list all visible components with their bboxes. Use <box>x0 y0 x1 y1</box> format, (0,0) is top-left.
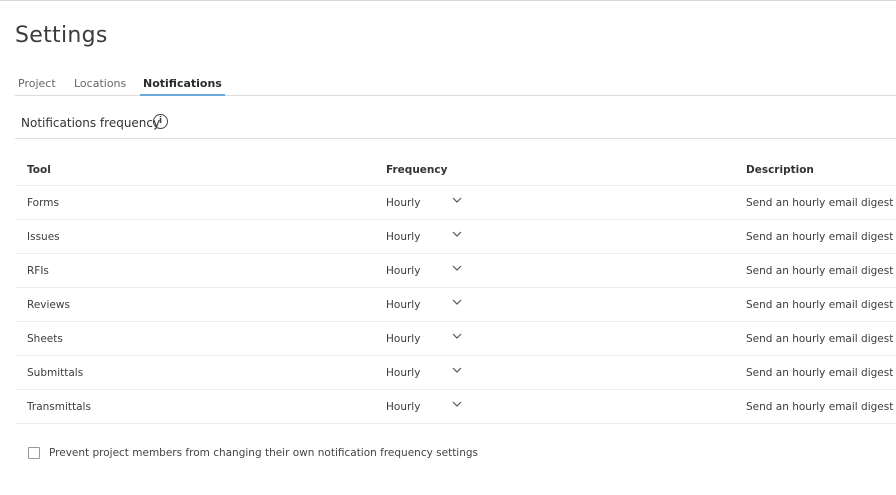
section-title: Notifications frequency <box>21 116 161 130</box>
description: Send an hourly email digest <box>746 367 894 379</box>
header-description: Description <box>746 164 814 176</box>
prevent-changes-option: Prevent project members from changing th… <box>28 447 478 459</box>
tab-locations[interactable]: Locations <box>74 77 126 90</box>
tab-bar: Project Locations Notifications <box>15 71 896 96</box>
table-header: Tool Frequency Description <box>15 152 896 186</box>
description: Send an hourly email digest <box>746 265 894 277</box>
table-row: Forms Hourly Send an hourly email digest <box>15 186 896 220</box>
tool-name: Issues <box>27 231 60 243</box>
description: Send an hourly email digest <box>746 401 894 413</box>
chevron-down-icon[interactable] <box>451 228 463 240</box>
section-header: Notifications frequency i <box>15 111 896 139</box>
table-row: Reviews Hourly Send an hourly email dige… <box>15 288 896 322</box>
table-row: RFIs Hourly Send an hourly email digest <box>15 254 896 288</box>
chevron-down-icon[interactable] <box>451 398 463 410</box>
tool-name: Submittals <box>27 367 84 379</box>
tool-name: Sheets <box>27 333 63 345</box>
page-title: Settings <box>15 23 108 48</box>
table-row: Sheets Hourly Send an hourly email diges… <box>15 322 896 356</box>
tool-name: RFIs <box>27 265 49 277</box>
frequency-select[interactable]: Hourly <box>386 231 420 243</box>
frequency-select[interactable]: Hourly <box>386 367 420 379</box>
description: Send an hourly email digest <box>746 333 894 345</box>
info-icon[interactable]: i <box>153 114 168 129</box>
chevron-down-icon[interactable] <box>451 296 463 308</box>
chevron-down-icon[interactable] <box>451 364 463 376</box>
table-row: Transmittals Hourly Send an hourly email… <box>15 390 896 424</box>
header-frequency: Frequency <box>386 164 448 176</box>
tab-project[interactable]: Project <box>18 77 56 90</box>
table-row: Issues Hourly Send an hourly email diges… <box>15 220 896 254</box>
table-row: Submittals Hourly Send an hourly email d… <box>15 356 896 390</box>
chevron-down-icon[interactable] <box>451 194 463 206</box>
prevent-changes-label[interactable]: Prevent project members from changing th… <box>49 447 478 459</box>
description: Send an hourly email digest <box>746 299 894 311</box>
tab-notifications[interactable]: Notifications <box>140 77 225 96</box>
tool-name: Transmittals <box>27 401 91 413</box>
notifications-table: Tool Frequency Description Forms Hourly … <box>15 152 896 424</box>
description: Send an hourly email digest <box>746 197 894 209</box>
chevron-down-icon[interactable] <box>451 262 463 274</box>
chevron-down-icon[interactable] <box>451 330 463 342</box>
tool-name: Forms <box>27 197 59 209</box>
description: Send an hourly email digest <box>746 231 894 243</box>
frequency-select[interactable]: Hourly <box>386 265 420 277</box>
frequency-select[interactable]: Hourly <box>386 333 420 345</box>
prevent-changes-checkbox[interactable] <box>28 447 40 459</box>
frequency-select[interactable]: Hourly <box>386 401 420 413</box>
tool-name: Reviews <box>27 299 70 311</box>
frequency-select[interactable]: Hourly <box>386 197 420 209</box>
frequency-select[interactable]: Hourly <box>386 299 420 311</box>
header-tool: Tool <box>27 164 51 176</box>
